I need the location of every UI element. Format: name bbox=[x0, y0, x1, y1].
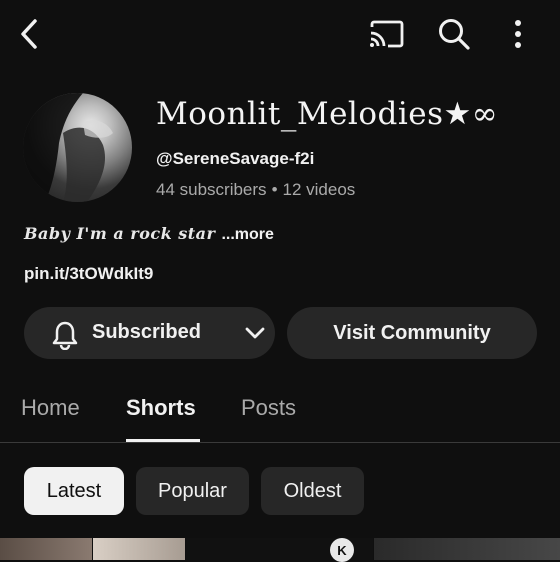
description-text: Baby I'm a rock star bbox=[24, 224, 216, 243]
filter-popular[interactable]: Popular bbox=[136, 467, 249, 515]
avatar-image bbox=[23, 93, 113, 202]
subscriber-count: 44 subscribers bbox=[156, 180, 267, 199]
filter-latest[interactable]: Latest bbox=[24, 467, 124, 515]
short-thumbnail[interactable] bbox=[374, 538, 560, 560]
cast-button[interactable] bbox=[364, 14, 408, 54]
channel-stats: 44 subscribers • 12 videos bbox=[156, 180, 355, 200]
channel-description[interactable]: Baby I'm a rock star ...more bbox=[24, 224, 274, 244]
chevron-down-icon bbox=[245, 327, 265, 339]
thumbnail-badge: K bbox=[330, 538, 354, 562]
video-count: 12 videos bbox=[282, 180, 356, 199]
channel-handle: @SereneSavage-f2i bbox=[156, 149, 315, 168]
visit-community-button[interactable]: Visit Community bbox=[287, 307, 537, 359]
tab-posts[interactable]: Posts bbox=[241, 395, 296, 421]
back-arrow-icon bbox=[21, 19, 37, 49]
shorts-grid bbox=[0, 538, 560, 560]
filter-oldest[interactable]: Oldest bbox=[261, 467, 364, 515]
channel-name: Moonlit_Melodies★∞ bbox=[156, 96, 499, 132]
stats-separator: • bbox=[271, 180, 278, 199]
more-options-button[interactable] bbox=[500, 14, 536, 54]
channel-link[interactable]: pin.it/3tOWdkIt9 bbox=[24, 264, 153, 284]
search-button[interactable] bbox=[432, 12, 476, 56]
cast-icon bbox=[370, 20, 404, 48]
channel-avatar[interactable] bbox=[23, 93, 132, 202]
tab-home[interactable]: Home bbox=[21, 395, 80, 421]
more-vert-icon bbox=[515, 20, 521, 48]
tabs-divider bbox=[0, 442, 560, 443]
subscribed-label: Subscribed bbox=[92, 321, 201, 343]
subscribed-button[interactable]: Subscribed bbox=[24, 307, 275, 359]
tab-shorts[interactable]: Shorts bbox=[126, 395, 196, 421]
top-app-bar bbox=[0, 0, 560, 66]
description-more-link[interactable]: ...more bbox=[221, 226, 273, 243]
back-button[interactable] bbox=[10, 14, 50, 54]
channel-tabs: Home Shorts Posts bbox=[0, 380, 560, 442]
short-thumbnail[interactable] bbox=[0, 538, 92, 560]
search-icon bbox=[439, 19, 470, 50]
short-thumbnail[interactable] bbox=[93, 538, 185, 560]
bell-icon bbox=[52, 321, 78, 350]
